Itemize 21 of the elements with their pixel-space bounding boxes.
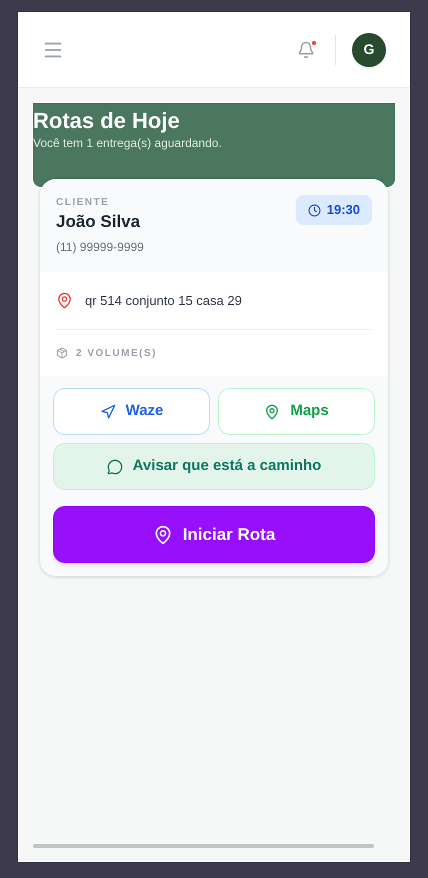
waze-button[interactable]: Waze xyxy=(53,388,210,435)
client-phone: (11) 99999-9999 xyxy=(56,239,145,256)
package-icon xyxy=(56,347,68,359)
banner-title: Rotas de Hoje xyxy=(33,107,181,135)
clock-icon xyxy=(308,204,321,216)
banner-subtitle: Você tem 1 entrega(s) aguardando. xyxy=(33,135,223,151)
volumes-text: 2 VOLUME(S) xyxy=(76,346,157,360)
map-pin-icon xyxy=(152,524,173,544)
map-pin-icon xyxy=(264,404,280,420)
notify-button[interactable]: Avisar que está a caminho xyxy=(53,443,375,490)
navigation-arrow-icon xyxy=(100,404,116,420)
chat-bubble-icon xyxy=(106,458,123,474)
address-text: qr 514 conjunto 15 casa 29 xyxy=(85,292,242,310)
avatar[interactable]: G xyxy=(352,32,386,66)
client-label: CLIENTE xyxy=(56,196,110,210)
maps-button[interactable]: Maps xyxy=(218,388,375,435)
map-pin-icon xyxy=(56,292,73,309)
start-route-button[interactable]: Iniciar Rota xyxy=(53,506,375,563)
notification-button[interactable] xyxy=(297,40,315,58)
time-badge: 19:30 xyxy=(296,195,372,225)
client-name: João Silva xyxy=(56,211,142,233)
